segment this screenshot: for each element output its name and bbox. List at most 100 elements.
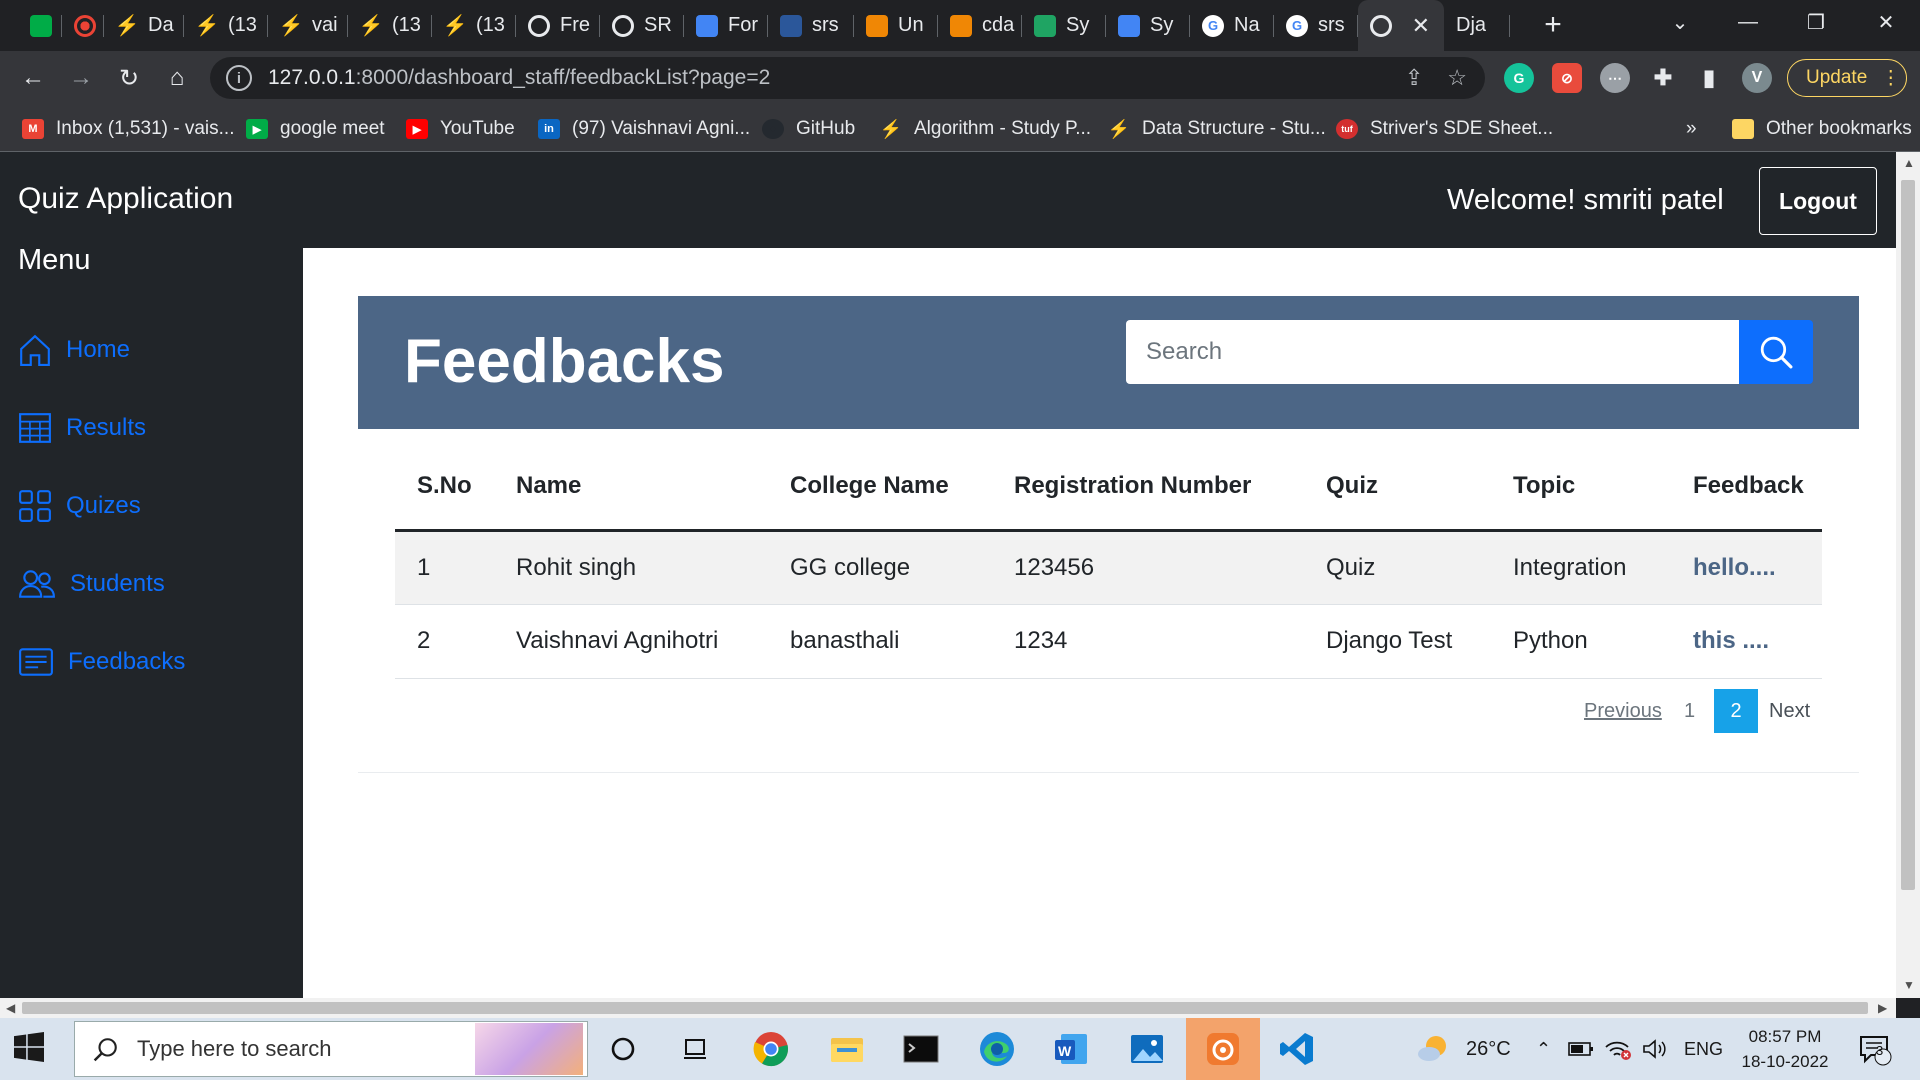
side-panel-icon[interactable]: ▮: [1694, 63, 1724, 93]
browser-tab[interactable]: ⚡ (13: [432, 0, 516, 51]
battery-icon[interactable]: [1568, 1018, 1594, 1080]
share-icon[interactable]: ⇪: [1405, 65, 1423, 91]
update-button[interactable]: Update ⋮: [1787, 59, 1907, 97]
browser-tab[interactable]: Fre: [516, 0, 600, 51]
feedback-link[interactable]: hello....: [1671, 530, 1822, 605]
restore-button[interactable]: ❐: [1786, 0, 1846, 44]
temperature-text[interactable]: 26°C: [1466, 1018, 1511, 1080]
bookmark-item[interactable]: ▶ google meet: [246, 115, 385, 143]
taskbar-search-box[interactable]: Type here to search: [74, 1021, 588, 1077]
close-tab-icon[interactable]: ✕: [1412, 13, 1430, 39]
extension-icon[interactable]: ⋯: [1600, 63, 1630, 93]
puzzle-icon[interactable]: ✚: [1648, 63, 1678, 93]
browser-tab[interactable]: For: [684, 0, 768, 51]
new-tab-button[interactable]: +: [1536, 8, 1570, 42]
scroll-left-icon[interactable]: ◀: [6, 1001, 15, 1015]
notifications-icon[interactable]: 3: [1852, 1026, 1898, 1072]
reload-icon[interactable]: ↻: [110, 59, 148, 97]
recorder-icon[interactable]: [1200, 1026, 1246, 1072]
browser-tab[interactable]: Un: [854, 0, 938, 51]
bookmark-item[interactable]: ⚡ Algorithm - Study P...: [880, 115, 1091, 143]
vscode-icon[interactable]: [1274, 1026, 1320, 1072]
browser-tab[interactable]: srs: [768, 0, 854, 51]
scroll-up-icon[interactable]: ▲: [1903, 156, 1915, 170]
home-icon[interactable]: ⌂: [158, 59, 196, 97]
pagination-page-current[interactable]: 2: [1714, 689, 1758, 733]
browser-tab[interactable]: Gsrs: [1274, 0, 1358, 51]
pagination-previous[interactable]: Previous: [1584, 700, 1662, 723]
back-icon[interactable]: ←: [14, 59, 52, 97]
weather-icon[interactable]: [1410, 1026, 1456, 1072]
browser-tab[interactable]: cda: [938, 0, 1022, 51]
browser-tab[interactable]: ⚡ (13: [348, 0, 432, 51]
browser-tab[interactable]: ⚡ vai: [268, 0, 348, 51]
search-button[interactable]: [1739, 320, 1813, 384]
table-cell: banasthali: [768, 604, 992, 679]
sidebar-item-feedbacks[interactable]: Feedbacks: [18, 642, 185, 682]
browser-tab[interactable]: SR: [600, 0, 684, 51]
browser-tab[interactable]: Sy: [1022, 0, 1106, 51]
edge-icon[interactable]: [974, 1026, 1020, 1072]
volume-icon[interactable]: [1642, 1018, 1668, 1080]
app-brand[interactable]: Quiz Application: [18, 182, 233, 216]
browser-tab[interactable]: Sy: [1106, 0, 1190, 51]
pagination-next[interactable]: Next: [1769, 700, 1810, 723]
vertical-scrollbar[interactable]: ▲ ▼: [1896, 152, 1920, 998]
more-bookmarks-button[interactable]: »: [1686, 115, 1697, 143]
pagination-page-1[interactable]: 1: [1684, 700, 1695, 723]
bookmark-item[interactable]: ⚡ Data Structure - Stu...: [1108, 115, 1326, 143]
browser-tab[interactable]: ⚡ Da: [104, 0, 184, 51]
codingninja-icon: ⚡: [114, 15, 140, 37]
terminal-icon[interactable]: [898, 1026, 944, 1072]
browser-tab[interactable]: G Na: [1190, 0, 1274, 51]
bookmark-label: Inbox (1,531) - vais...: [56, 118, 235, 139]
sidebar-item-students[interactable]: Students: [18, 564, 165, 604]
table-icon: [19, 413, 51, 443]
profile-avatar[interactable]: V: [1742, 63, 1772, 93]
sidebar-item-quizes[interactable]: Quizes: [18, 486, 141, 526]
bookmark-item[interactable]: in (97) Vaishnavi Agni...: [538, 115, 750, 143]
chrome-icon[interactable]: [748, 1026, 794, 1072]
bookmark-star-icon[interactable]: ☆: [1447, 65, 1467, 91]
photos-icon[interactable]: [1124, 1026, 1170, 1072]
feedback-link[interactable]: this ....: [1671, 604, 1822, 679]
sidebar-item-home[interactable]: Home: [18, 330, 130, 370]
grammarly-icon[interactable]: G: [1504, 63, 1534, 93]
browser-tab[interactable]: [18, 0, 62, 51]
address-bar[interactable]: i 127.0.0.1:8000/dashboard_staff/feedbac…: [210, 57, 1485, 99]
forward-icon[interactable]: →: [62, 59, 100, 97]
tab-search-icon[interactable]: ⌄: [1650, 0, 1710, 44]
bookmark-item[interactable]: ▶ YouTube: [406, 115, 515, 143]
scroll-down-icon[interactable]: ▼: [1903, 978, 1915, 992]
scrollbar-thumb[interactable]: [1901, 180, 1915, 890]
minimize-button[interactable]: —: [1718, 0, 1778, 44]
word-icon[interactable]: W: [1048, 1026, 1094, 1072]
site-info-icon[interactable]: i: [226, 65, 252, 91]
bookmark-item[interactable]: M Inbox (1,531) - vais...: [22, 115, 234, 143]
horizontal-scrollbar[interactable]: ◀ ▶: [0, 998, 1896, 1018]
show-hidden-icons-icon[interactable]: ⌃: [1536, 1018, 1551, 1080]
sidebar-item-results[interactable]: Results: [18, 408, 146, 448]
language-indicator[interactable]: ENG: [1684, 1018, 1723, 1080]
file-explorer-icon[interactable]: [824, 1026, 870, 1072]
url-text[interactable]: 127.0.0.1:8000/dashboard_staff/feedbackL…: [268, 66, 770, 90]
adblock-icon[interactable]: ⊘: [1552, 63, 1582, 93]
task-view-icon[interactable]: [672, 1026, 718, 1072]
scroll-right-icon[interactable]: ▶: [1878, 1001, 1887, 1015]
cortana-icon[interactable]: [600, 1026, 646, 1072]
browser-tab[interactable]: ✕: [1358, 0, 1444, 51]
bookmark-item[interactable]: tuf Striver's SDE Sheet...: [1336, 115, 1553, 143]
logout-button[interactable]: Logout: [1759, 167, 1877, 235]
scrollbar-thumb[interactable]: [22, 1002, 1868, 1014]
network-disconnected-icon[interactable]: [1604, 1018, 1632, 1080]
browser-tab[interactable]: ⚡ (13: [184, 0, 268, 51]
browser-tab[interactable]: [62, 0, 104, 51]
clock[interactable]: 08:57 PM 18-10-2022: [1730, 1024, 1840, 1074]
other-bookmarks[interactable]: Other bookmarks: [1732, 115, 1912, 143]
search-input[interactable]: [1126, 320, 1740, 384]
browser-tab[interactable]: Dja: [1444, 0, 1510, 51]
bookmark-item[interactable]: ● GitHub: [762, 115, 855, 143]
windows-start-icon[interactable]: [14, 1032, 44, 1067]
clock-date: 18-10-2022: [1741, 1052, 1829, 1071]
close-window-button[interactable]: ✕: [1856, 0, 1916, 44]
